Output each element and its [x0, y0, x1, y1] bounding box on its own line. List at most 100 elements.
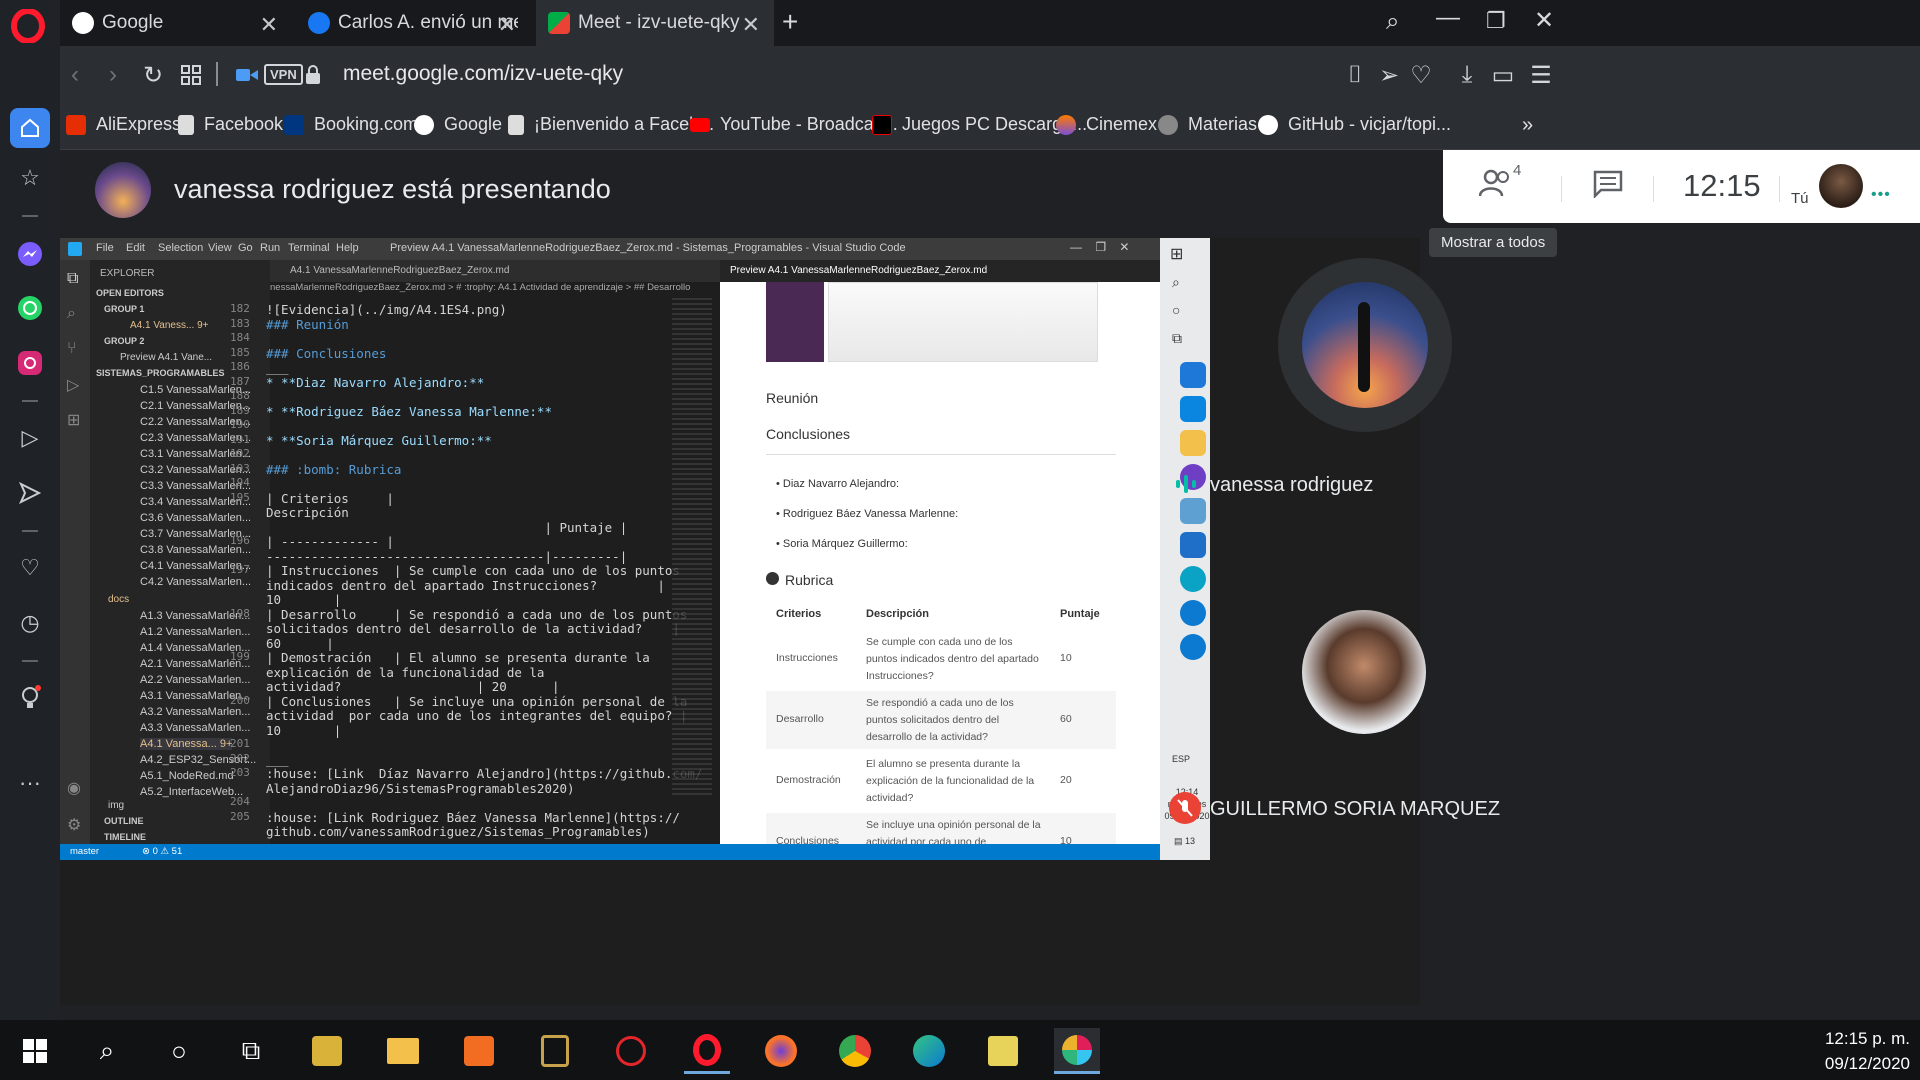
- instagram-icon[interactable]: [12, 345, 48, 381]
- opera-logo-icon[interactable]: [10, 8, 46, 44]
- bookmark-youtube[interactable]: YouTube - Broadcas...: [690, 114, 898, 135]
- heart-icon[interactable]: ♡: [12, 550, 48, 586]
- league-icon[interactable]: [532, 1028, 578, 1074]
- line-number: 204: [230, 795, 250, 808]
- search-tabs-icon[interactable]: ⌕: [1386, 8, 1399, 36]
- download-icon[interactable]: ⤓: [1452, 60, 1482, 90]
- minimap[interactable]: [672, 298, 712, 798]
- close-window-icon[interactable]: ✕: [1534, 6, 1554, 35]
- meet-toolbar: 4 12:15 Tú •••: [1443, 150, 1920, 223]
- bookmarks-overflow-icon[interactable]: »: [1522, 114, 1533, 137]
- code-line: AlejandroDiaz96/SistemasProgramables2020…: [266, 780, 575, 796]
- tips-lightbulb-icon[interactable]: [12, 680, 48, 716]
- battery-saver-icon[interactable]: ▭: [1488, 60, 1518, 90]
- bookmarks-star-icon[interactable]: ☆: [12, 160, 48, 196]
- remote-app-icon: [1180, 498, 1206, 524]
- preview-bullet: • Soria Márquez Guillermo:: [776, 538, 908, 550]
- code-editor[interactable]: 182 ![Evidencia](../img/A4.1ES4.png) 183 ##…: [60, 238, 720, 858]
- more-options-icon[interactable]: •••: [1871, 186, 1891, 204]
- bookmark-google[interactable]: Google: [414, 114, 502, 135]
- forward-icon[interactable]: ›: [98, 60, 128, 90]
- new-tab-icon[interactable]: +: [782, 6, 798, 38]
- speed-dial-grid-icon[interactable]: [176, 60, 206, 90]
- bookmark-booking[interactable]: Booking.com: [284, 114, 418, 135]
- bookmark-cinemex[interactable]: Cinemex: [1056, 114, 1157, 135]
- flow-send-icon[interactable]: [12, 475, 48, 511]
- search-icon[interactable]: ⌕: [84, 1028, 130, 1074]
- tab-meet[interactable]: Meet - izv-uete-qky ✕: [536, 0, 774, 46]
- slack-icon[interactable]: [1054, 1028, 1100, 1074]
- close-tab-icon[interactable]: ✕: [742, 12, 760, 38]
- bookmarks-bar: AliExpress Facebook Booking.com Google ¡…: [60, 104, 1920, 150]
- url-field[interactable]: meet.google.com/izv-uete-qky: [343, 62, 623, 86]
- google-favicon-icon: [72, 12, 94, 34]
- bookmark-materias[interactable]: Materias: [1158, 114, 1257, 135]
- bookmark-juegos[interactable]: Juegos PC Descarga...: [872, 114, 1087, 135]
- cinemex-icon: [1056, 114, 1076, 135]
- preview-heading-rubrica: Rubrica: [766, 572, 833, 588]
- more-icon[interactable]: ···: [12, 765, 48, 801]
- problems-indicator[interactable]: ⊗ 0 ⚠ 51: [142, 846, 182, 857]
- minimize-icon[interactable]: —: [1436, 4, 1460, 32]
- juegos-icon: [872, 114, 892, 135]
- bookmark-facebook[interactable]: Facebook: [178, 114, 283, 135]
- vpn-badge[interactable]: VPN: [264, 64, 303, 85]
- people-icon[interactable]: [1478, 168, 1515, 203]
- line-number: 191: [230, 432, 250, 446]
- windows-taskbar: ⌕ ○ ⧉ 12:15 p. m. 09/12/2020: [0, 1020, 1920, 1080]
- self-video-thumbnail[interactable]: [1819, 164, 1863, 208]
- file-explorer-icon[interactable]: [380, 1028, 426, 1074]
- easy-setup-icon[interactable]: ☰: [1526, 60, 1556, 90]
- code-line: actividad por cada uno de los integrante…: [266, 708, 688, 723]
- whatsapp-icon[interactable]: [12, 290, 48, 326]
- line-number: 197: [230, 563, 250, 576]
- bomb-icon: [766, 572, 779, 585]
- preview-tab[interactable]: Preview A4.1 VanessaMarlenneRodriguezBae…: [730, 265, 987, 276]
- vscode-window-controls[interactable]: — ❐ ✕: [1070, 240, 1129, 254]
- divider: [216, 62, 218, 86]
- restore-icon[interactable]: ❐: [1486, 8, 1506, 34]
- close-tab-icon[interactable]: ✕: [498, 12, 516, 38]
- tab-google[interactable]: Google ✕: [60, 0, 292, 46]
- edge-icon[interactable]: [906, 1028, 952, 1074]
- home-icon[interactable]: [10, 108, 50, 148]
- player-icon[interactable]: ▷: [12, 420, 48, 456]
- camera-in-use-icon[interactable]: [232, 60, 262, 90]
- snapshot-camera-icon[interactable]: ⌷: [1340, 60, 1370, 90]
- reload-icon[interactable]: ↻: [138, 60, 168, 90]
- tab-facebook[interactable]: Carlos A. envió un mensaje ✕: [296, 0, 530, 46]
- app-icon[interactable]: [304, 1028, 350, 1074]
- code-line: | Puntaje |: [266, 519, 628, 535]
- messenger-icon[interactable]: [12, 236, 48, 272]
- cortana-icon[interactable]: ○: [156, 1028, 202, 1074]
- code-line: * **Diaz Navarro Alejandro:**: [266, 374, 485, 390]
- chrome-icon[interactable]: [832, 1028, 878, 1074]
- table-cell: Demostración: [776, 774, 841, 786]
- preview-heading-conclusiones: Conclusiones: [766, 426, 851, 442]
- app-icon[interactable]: [608, 1028, 654, 1074]
- favorite-heart-icon[interactable]: ♡: [1406, 60, 1436, 90]
- close-tab-icon[interactable]: ✕: [260, 12, 278, 38]
- table-cell: Se respondió a cada uno de los puntos so…: [866, 697, 1014, 743]
- task-view-icon[interactable]: ⧉: [228, 1028, 274, 1074]
- chat-icon[interactable]: [1593, 170, 1623, 203]
- history-clock-icon[interactable]: ◷: [12, 605, 48, 641]
- windows-start-icon[interactable]: [12, 1028, 58, 1074]
- app-icon[interactable]: [980, 1028, 1026, 1074]
- line-number: 187: [230, 374, 250, 388]
- app-icon[interactable]: [456, 1028, 502, 1074]
- system-clock[interactable]: 12:15 p. m. 09/12/2020: [1780, 1026, 1910, 1076]
- code-line: | Demostración | El alumno se presenta d…: [266, 650, 650, 665]
- back-icon[interactable]: ‹: [60, 60, 90, 90]
- firefox-icon[interactable]: [758, 1028, 804, 1074]
- table-cell: Desarrollo: [776, 713, 824, 725]
- line-number: 192: [230, 447, 250, 460]
- bookmark-bienvenido[interactable]: ¡Bienvenido a Faceb...: [508, 114, 714, 135]
- bookmark-github[interactable]: GitHub - vicjar/topi...: [1258, 114, 1451, 135]
- bookmark-aliexpress[interactable]: AliExpress: [66, 114, 181, 135]
- git-branch[interactable]: master: [70, 846, 99, 857]
- line-number: 185: [230, 345, 250, 359]
- send-icon[interactable]: ➢: [1374, 60, 1404, 90]
- opera-taskbar-icon[interactable]: [684, 1028, 730, 1074]
- lock-icon[interactable]: [298, 60, 328, 90]
